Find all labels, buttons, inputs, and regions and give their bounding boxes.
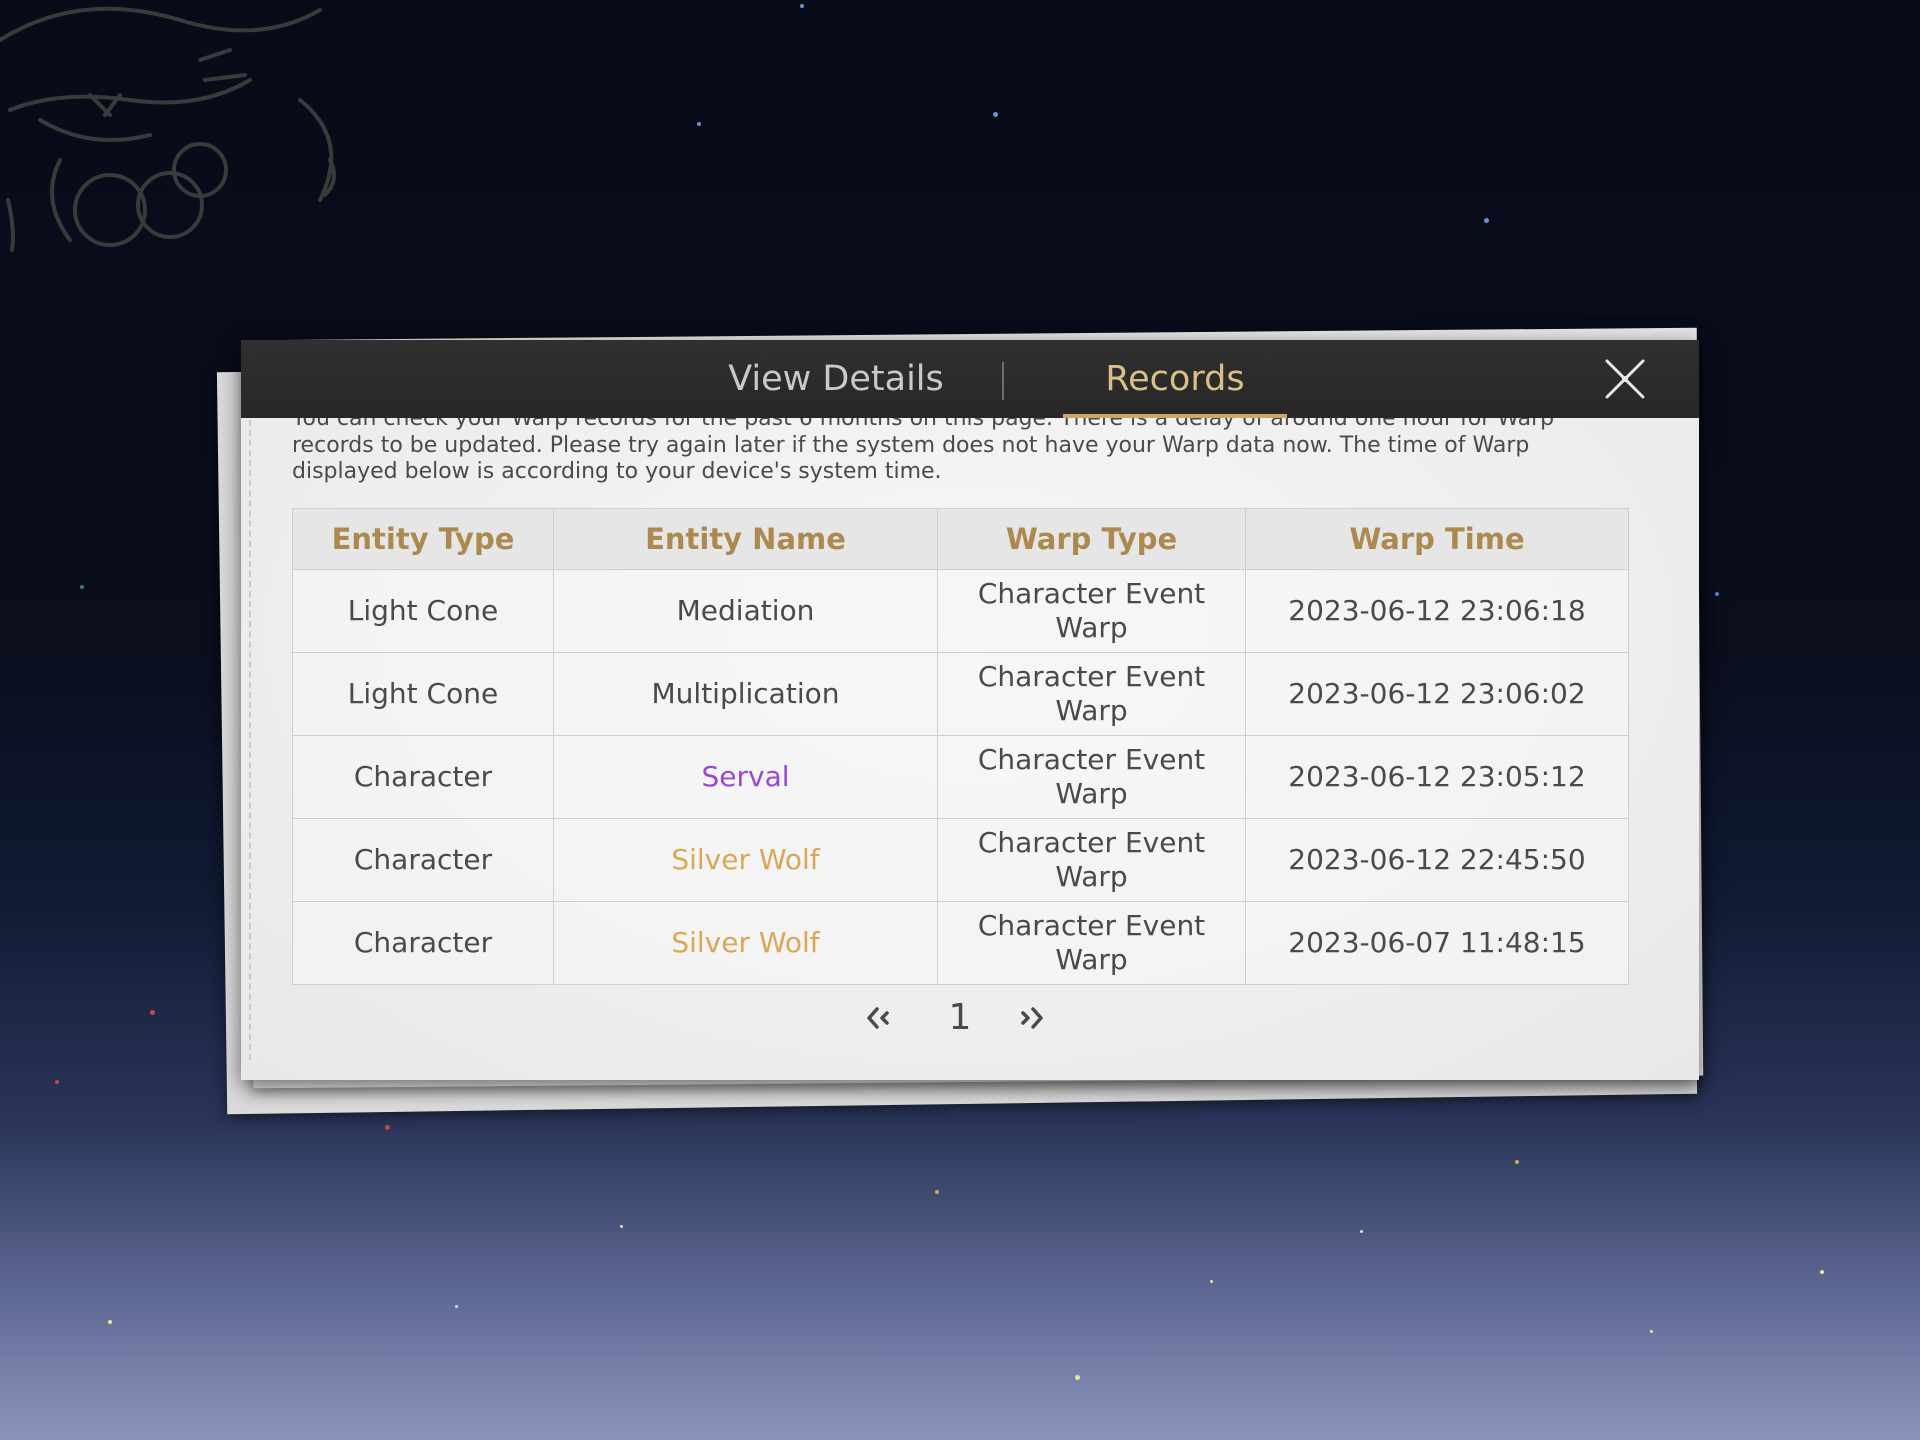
cell-entity-type: Light Cone [292, 569, 554, 653]
table-row: Character Serval Character Event Warp 20… [292, 735, 1629, 819]
cell-warp-time: 2023-06-12 23:06:18 [1245, 569, 1629, 653]
cell-warp-type: Character Event Warp [937, 652, 1246, 736]
cell-entity-name: Silver Wolf [553, 901, 938, 985]
cell-entity-name: Multiplication [553, 652, 938, 736]
notice-paragraph: You can check your Warp records for the … [292, 418, 1555, 484]
table-row: Light Cone Mediation Character Event War… [292, 569, 1629, 653]
cell-entity-name: Serval [553, 735, 938, 819]
cell-warp-type: Character Event Warp [937, 569, 1246, 653]
table-header-row: Entity Type Entity Name Warp Type Warp T… [292, 508, 1629, 570]
dialog-header: View Details Records [241, 340, 1699, 418]
cell-warp-time: 2023-06-07 11:48:15 [1245, 901, 1629, 985]
header-warp-time: Warp Time [1245, 508, 1629, 570]
cell-warp-type: Character Event Warp [937, 901, 1246, 985]
tab-divider [1002, 362, 1004, 400]
cell-entity-type: Character [292, 735, 554, 819]
cell-entity-type: Light Cone [292, 652, 554, 736]
close-x-icon[interactable] [1603, 357, 1647, 401]
cell-warp-type: Character Event Warp [937, 818, 1246, 902]
current-page-number: 1 [948, 997, 972, 1038]
table-row: Character Silver Wolf Character Event Wa… [292, 901, 1629, 985]
records-notice-text: You can check your Warp records for the … [292, 418, 1637, 496]
pagination: 1 [241, 993, 1699, 1043]
chevron-left-icon[interactable] [863, 1000, 893, 1036]
sketch-doodle-decoration [0, 6, 336, 252]
tab-view-details[interactable]: View Details [671, 340, 1001, 418]
table-row: Light Cone Multiplication Character Even… [292, 652, 1629, 736]
cell-entity-type: Character [292, 901, 554, 985]
tab-records[interactable]: Records [1063, 340, 1287, 418]
cell-warp-time: 2023-06-12 23:06:02 [1245, 652, 1629, 736]
cell-entity-name: Mediation [553, 569, 938, 653]
table-row: Character Silver Wolf Character Event Wa… [292, 818, 1629, 902]
header-entity-type: Entity Type [292, 508, 554, 570]
header-warp-type: Warp Type [937, 508, 1246, 570]
cell-entity-type: Character [292, 818, 554, 902]
tab-records-label: Records [1105, 359, 1245, 399]
header-entity-name: Entity Name [553, 508, 938, 570]
cell-entity-name: Silver Wolf [553, 818, 938, 902]
warp-records-dialog: View Details Records You can check your … [241, 340, 1699, 1080]
cell-warp-time: 2023-06-12 23:05:12 [1245, 735, 1629, 819]
cell-warp-time: 2023-06-12 22:45:50 [1245, 818, 1629, 902]
chevron-right-icon[interactable] [1017, 1000, 1047, 1036]
warp-records-table: Entity Type Entity Name Warp Type Warp T… [292, 508, 1629, 985]
cell-warp-type: Character Event Warp [937, 735, 1246, 819]
